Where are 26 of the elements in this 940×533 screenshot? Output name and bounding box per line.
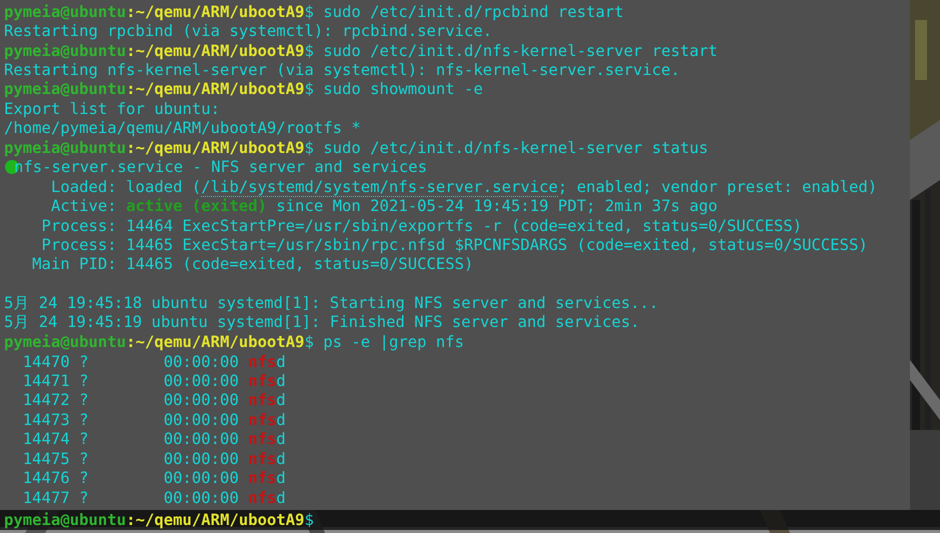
output-line: 14474 ? 00:00:00 nfsd bbox=[22, 430, 286, 448]
output-line: 14476 ? 00:00:00 nfsd bbox=[22, 469, 286, 488]
prompt-line: pymeia@ubuntu:~/qemu/ARM/ubootA9$ sudo showmount -e bbox=[4, 80, 483, 98]
output-line: 14473 ? 00:00:00 nfsd bbox=[22, 410, 286, 429]
output-line: 14475 ? 00:00:00 nfsd bbox=[22, 450, 286, 468]
output-line: Process: 14465 ExecStart=/usr/sbin/rpc.nfsd $RPCNFSDARGS (code=exited, status=0/SUCCESS) bbox=[40, 236, 868, 254]
output-line: 14471 ? 00:00:00 nfsd bbox=[22, 372, 286, 390]
file-path-link[interactable]: /lib/systemd/system/nfs-server.service bbox=[201, 178, 558, 197]
output-line: Active: active (exited) since Mon 2021-05-24 19:45:19 PDT; 2min 37s ago bbox=[50, 197, 718, 216]
output-line: Process: 14464 ExecStartPre=/usr/sbin/exportfs -r (code=exited, status=0/SUCCESS) bbox=[40, 216, 802, 235]
prompt-line: pymeia@ubuntu:~/qemu/ARM/ubootA9$ sudo /etc/init.d/rpcbind restart bbox=[4, 2, 624, 21]
prompt-line: pymeia@ubuntu:~/qemu/ARM/ubootA9$ sudo /etc/init.d/nfs-kernel-server restart bbox=[4, 42, 718, 60]
output-line: Restarting nfs-kernel-server (via systemctl): nfs-kernel-server.service. bbox=[4, 61, 680, 80]
prompt-line: pymeia@ubuntu:~/qemu/ARM/ubootA9$ bbox=[4, 511, 314, 529]
output-line: 14477 ? 00:00:00 nfsd bbox=[22, 488, 286, 507]
output-line: 14472 ? 00:00:00 nfsd bbox=[22, 391, 286, 410]
output-line: 5月 24 19:45:18 ubuntu systemd[1]: Starting NFS server and services... bbox=[4, 292, 658, 314]
output-line: Export list for ubuntu: bbox=[4, 100, 220, 118]
output-line: Restarting rpcbind (via systemctl): rpcbind.service. bbox=[4, 22, 492, 40]
output-line: Main PID: 14465 (code=exited, status=0/SUCCESS) bbox=[31, 255, 474, 274]
prompt-line: pymeia@ubuntu:~/qemu/ARM/ubootA9$ sudo /etc/init.d/nfs-kernel-server status bbox=[4, 138, 708, 157]
output-line: Loaded: loaded (/lib/systemd/system/nfs-server.service; enabled; vendor preset: enabled) bbox=[50, 178, 878, 196]
output-line: /home/pymeia/qemu/ARM/ubootA9/rootfs * bbox=[4, 119, 361, 138]
prompt-line: pymeia@ubuntu:~/qemu/ARM/ubootA9$ ps -e |grep nfs bbox=[4, 333, 464, 352]
output-line: 5月 24 19:45:19 ubuntu systemd[1]: Finished NFS server and services. bbox=[4, 312, 640, 334]
output-line: 14470 ? 00:00:00 nfsd bbox=[22, 352, 286, 371]
